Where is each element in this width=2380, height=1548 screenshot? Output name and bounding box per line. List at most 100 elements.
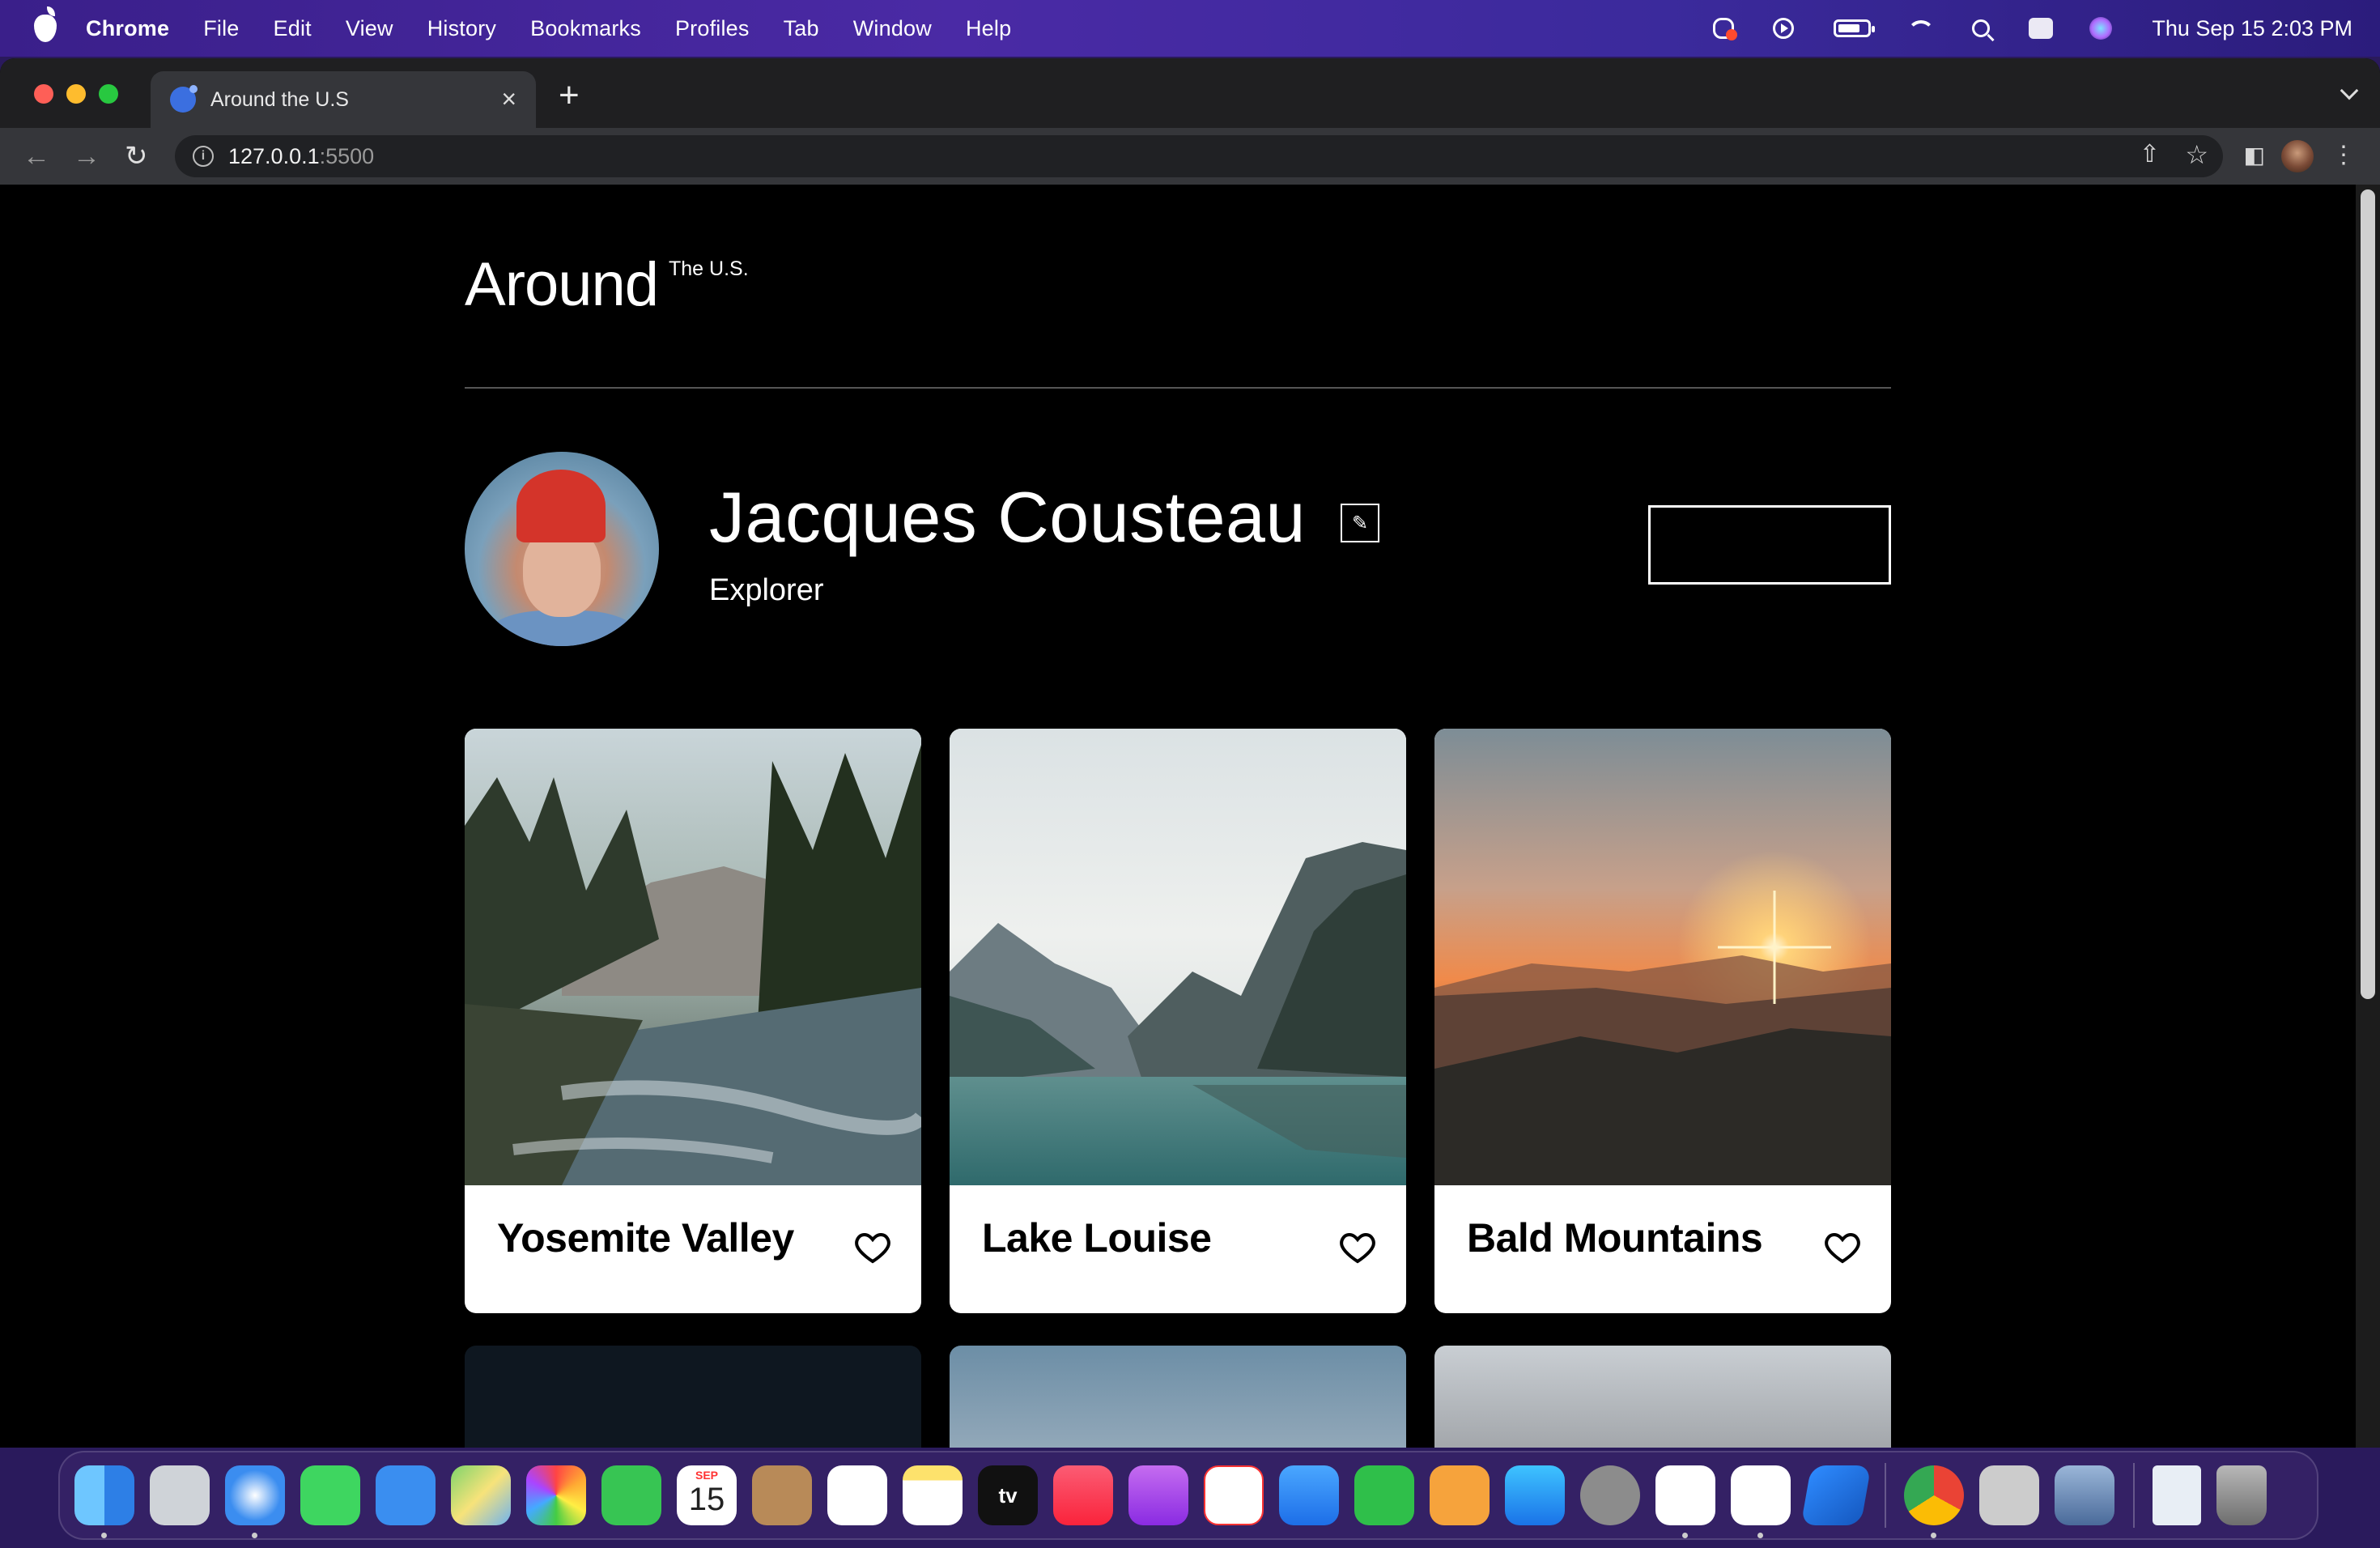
close-window-button[interactable] xyxy=(34,84,53,104)
vscode-icon[interactable] xyxy=(1731,1465,1791,1538)
tab-search-chevron-icon[interactable] xyxy=(2340,81,2359,100)
maps-icon[interactable] xyxy=(451,1465,511,1525)
running-indicator xyxy=(252,1533,257,1538)
new-tab-button[interactable]: + xyxy=(559,78,580,113)
menu-profiles[interactable]: Profiles xyxy=(675,16,750,41)
side-panel-icon[interactable]: ◧ xyxy=(2244,139,2265,172)
like-heart-icon[interactable] xyxy=(1338,1227,1377,1266)
siri-icon[interactable] xyxy=(2087,16,2114,40)
finder-icon[interactable] xyxy=(74,1465,134,1538)
card-photo-yosemite[interactable] xyxy=(465,729,921,1185)
card-photo-lake-louise[interactable] xyxy=(950,729,1406,1185)
menu-tab[interactable]: Tab xyxy=(784,16,819,41)
mail-icon[interactable] xyxy=(376,1465,436,1525)
apple-menu-icon[interactable] xyxy=(34,6,57,42)
creative-cloud-icon[interactable] xyxy=(1710,16,1738,40)
chrome-window: Around the U.S × + ← → ↻ i 127.0.0.1:550… xyxy=(0,58,2380,1448)
menu-bookmarks[interactable]: Bookmarks xyxy=(530,16,641,41)
tab-around-the-us[interactable]: Around the U.S × xyxy=(151,71,536,128)
control-center-icon[interactable] xyxy=(2027,16,2055,40)
slack-icon[interactable] xyxy=(1655,1465,1715,1538)
wifi-icon[interactable] xyxy=(1907,16,1936,40)
like-heart-icon[interactable] xyxy=(853,1227,892,1266)
music-icon[interactable] xyxy=(1053,1465,1113,1525)
notes-icon[interactable] xyxy=(903,1465,963,1525)
close-tab-icon[interactable]: × xyxy=(501,86,516,112)
keynote-icon[interactable] xyxy=(1279,1465,1339,1525)
app-store-icon[interactable] xyxy=(1505,1465,1565,1525)
url-port: :5500 xyxy=(319,143,375,168)
eml-document-icon[interactable] xyxy=(2153,1465,2201,1525)
card-title: Lake Louise xyxy=(982,1215,1212,1261)
podcasts-icon[interactable] xyxy=(1128,1465,1188,1525)
profile-avatar[interactable] xyxy=(465,452,659,646)
place-card-partial[interactable] xyxy=(1434,1346,1891,1448)
menu-history[interactable]: History xyxy=(427,16,496,41)
battery-icon[interactable] xyxy=(1830,16,1876,40)
place-card: Bald Mountains xyxy=(1434,729,1891,1313)
menu-window[interactable]: Window xyxy=(853,16,932,41)
address-bar[interactable]: i 127.0.0.1:5500 ⇧ ☆ xyxy=(175,135,2223,177)
macos-dock: SEP 15 tv xyxy=(58,1451,2318,1540)
page-scrollbar-thumb[interactable] xyxy=(2361,189,2375,999)
add-place-button[interactable] xyxy=(1648,505,1891,585)
zoom-window-button[interactable] xyxy=(99,84,118,104)
header-divider xyxy=(465,387,1891,389)
tab-favicon-icon xyxy=(170,85,198,113)
numbers-icon[interactable] xyxy=(1354,1465,1414,1525)
forward-arrow-icon[interactable]: → xyxy=(73,142,100,170)
running-indicator xyxy=(101,1533,107,1538)
pages-icon[interactable] xyxy=(1430,1465,1490,1525)
preview-icon[interactable] xyxy=(2055,1465,2114,1525)
page-viewport: Around The U.S. Jacques Cousteau ✎ Explo… xyxy=(0,185,2356,1448)
search-icon[interactable] xyxy=(1967,16,1995,40)
dock-separator xyxy=(1885,1463,1886,1528)
share-icon[interactable]: ⇧ xyxy=(2140,138,2160,171)
site-logo: Around xyxy=(465,250,659,319)
browser-toolbar: ← → ↻ i 127.0.0.1:5500 ⇧ ☆ ◧ ⋮ xyxy=(0,128,2380,185)
running-indicator xyxy=(1931,1533,1936,1538)
like-heart-icon[interactable] xyxy=(1823,1227,1862,1266)
more-menu-icon[interactable]: ⋮ xyxy=(2331,139,2356,172)
site-info-icon[interactable]: i xyxy=(193,146,214,167)
facetime-icon[interactable] xyxy=(601,1465,661,1525)
running-indicator xyxy=(1682,1533,1688,1538)
trash-icon[interactable] xyxy=(2216,1465,2267,1525)
dock-separator xyxy=(2133,1463,2135,1528)
place-card-partial[interactable] xyxy=(950,1346,1406,1448)
menu-help[interactable]: Help xyxy=(966,16,1011,41)
tab-strip: Around the U.S × + xyxy=(0,58,2380,128)
reminders-icon[interactable] xyxy=(827,1465,887,1525)
edit-profile-button[interactable]: ✎ xyxy=(1341,504,1379,542)
chrome-icon[interactable] xyxy=(1904,1465,1964,1538)
launchpad-icon[interactable] xyxy=(150,1465,210,1525)
menubar-clock[interactable]: Thu Sep 15 2:03 PM xyxy=(2152,16,2352,41)
photos-icon[interactable] xyxy=(526,1465,586,1525)
back-arrow-icon[interactable]: ← xyxy=(23,142,50,170)
profile-name: Jacques Cousteau xyxy=(709,477,1306,557)
profile-avatar-icon[interactable] xyxy=(2281,140,2314,172)
status-area: Thu Sep 15 2:03 PM xyxy=(1710,0,2352,57)
safari-icon[interactable] xyxy=(225,1465,285,1538)
site-logo-superscript: The U.S. xyxy=(669,257,749,280)
menu-edit[interactable]: Edit xyxy=(274,16,312,41)
play-circle-icon[interactable] xyxy=(1770,16,1797,40)
font-book-icon[interactable] xyxy=(1979,1465,2039,1525)
minimize-window-button[interactable] xyxy=(66,84,86,104)
messages-icon[interactable] xyxy=(300,1465,360,1525)
news-icon[interactable] xyxy=(1204,1465,1264,1525)
reload-icon[interactable]: ↻ xyxy=(125,142,148,170)
card-photo-bald-mountains[interactable] xyxy=(1434,729,1891,1185)
menu-app-name[interactable]: Chrome xyxy=(86,16,169,41)
place-card-partial[interactable] xyxy=(465,1346,921,1448)
menu-view[interactable]: View xyxy=(346,16,393,41)
contacts-icon[interactable] xyxy=(752,1465,812,1525)
blue-app-icon[interactable] xyxy=(1800,1465,1872,1525)
bookmark-star-icon[interactable]: ☆ xyxy=(2185,138,2208,171)
place-card: Lake Louise xyxy=(950,729,1406,1313)
apple-tv-icon[interactable]: tv xyxy=(978,1465,1038,1525)
menu-file[interactable]: File xyxy=(203,16,239,41)
calendar-icon[interactable]: SEP 15 xyxy=(677,1465,737,1525)
profile-role: Explorer xyxy=(709,573,824,607)
system-preferences-icon[interactable] xyxy=(1580,1465,1640,1525)
